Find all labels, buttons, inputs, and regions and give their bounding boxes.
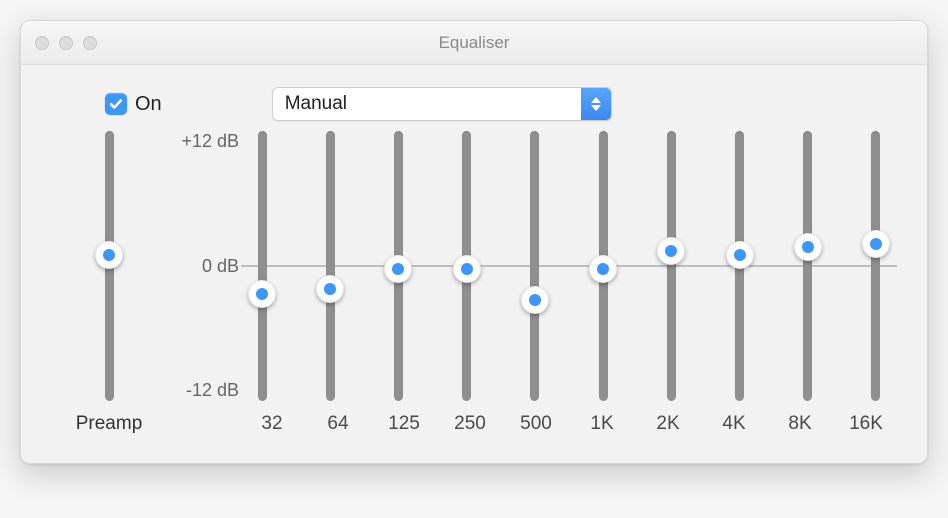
on-checkbox[interactable] xyxy=(105,93,127,115)
band-slider-1K[interactable] xyxy=(598,131,608,401)
band-slider-8K[interactable] xyxy=(803,131,813,401)
band-label-500: 500 xyxy=(513,413,559,435)
band-label-8K: 8K xyxy=(777,413,823,435)
preset-select[interactable]: Manual xyxy=(272,87,612,121)
close-icon[interactable] xyxy=(35,36,49,50)
band-slider-64[interactable] xyxy=(325,131,335,401)
scale-column: +12 dB 0 dB -12 dB xyxy=(159,131,249,435)
band-label-250: 250 xyxy=(447,413,493,435)
band-slider-16K[interactable] xyxy=(871,131,881,401)
window-title: Equaliser xyxy=(439,33,510,53)
band-label-64: 64 xyxy=(315,413,361,435)
on-label: On xyxy=(135,93,162,116)
zoom-icon[interactable] xyxy=(83,36,97,50)
band-slider-4K[interactable] xyxy=(735,131,745,401)
band-slider-2K[interactable] xyxy=(666,131,676,401)
band-label-1K: 1K xyxy=(579,413,625,435)
scale-top: +12 dB xyxy=(181,131,239,152)
band-slider-125[interactable] xyxy=(393,131,403,401)
preamp-label: Preamp xyxy=(76,401,143,435)
preamp-column: Preamp xyxy=(59,131,159,435)
band-label-32: 32 xyxy=(249,413,295,435)
preset-selected: Manual xyxy=(273,88,581,120)
titlebar: Equaliser xyxy=(21,21,927,65)
controls-row: On Manual xyxy=(21,65,927,131)
band-slider-32[interactable] xyxy=(257,131,267,401)
on-toggle[interactable]: On xyxy=(105,93,162,116)
scale-bottom: -12 dB xyxy=(186,380,239,401)
scale-mid: 0 dB xyxy=(202,256,239,277)
preamp-slider[interactable] xyxy=(104,131,114,401)
eq-area: Preamp +12 dB 0 dB -12 dB 32 64 125 250 500 1… xyxy=(21,131,927,463)
minimize-icon[interactable] xyxy=(59,36,73,50)
band-slider-500[interactable] xyxy=(530,131,540,401)
band-label-125: 125 xyxy=(381,413,427,435)
band-slider-250[interactable] xyxy=(462,131,472,401)
band-label-4K: 4K xyxy=(711,413,757,435)
equaliser-window: Equaliser On Manual Preamp xyxy=(20,20,928,464)
stepper-icon xyxy=(581,88,611,120)
band-label-2K: 2K xyxy=(645,413,691,435)
window-controls xyxy=(35,21,97,64)
band-label-16K: 16K xyxy=(843,413,889,435)
check-icon xyxy=(109,97,123,111)
bands-column: 32 64 125 250 500 1K 2K 4K 8K 16K xyxy=(249,131,889,435)
